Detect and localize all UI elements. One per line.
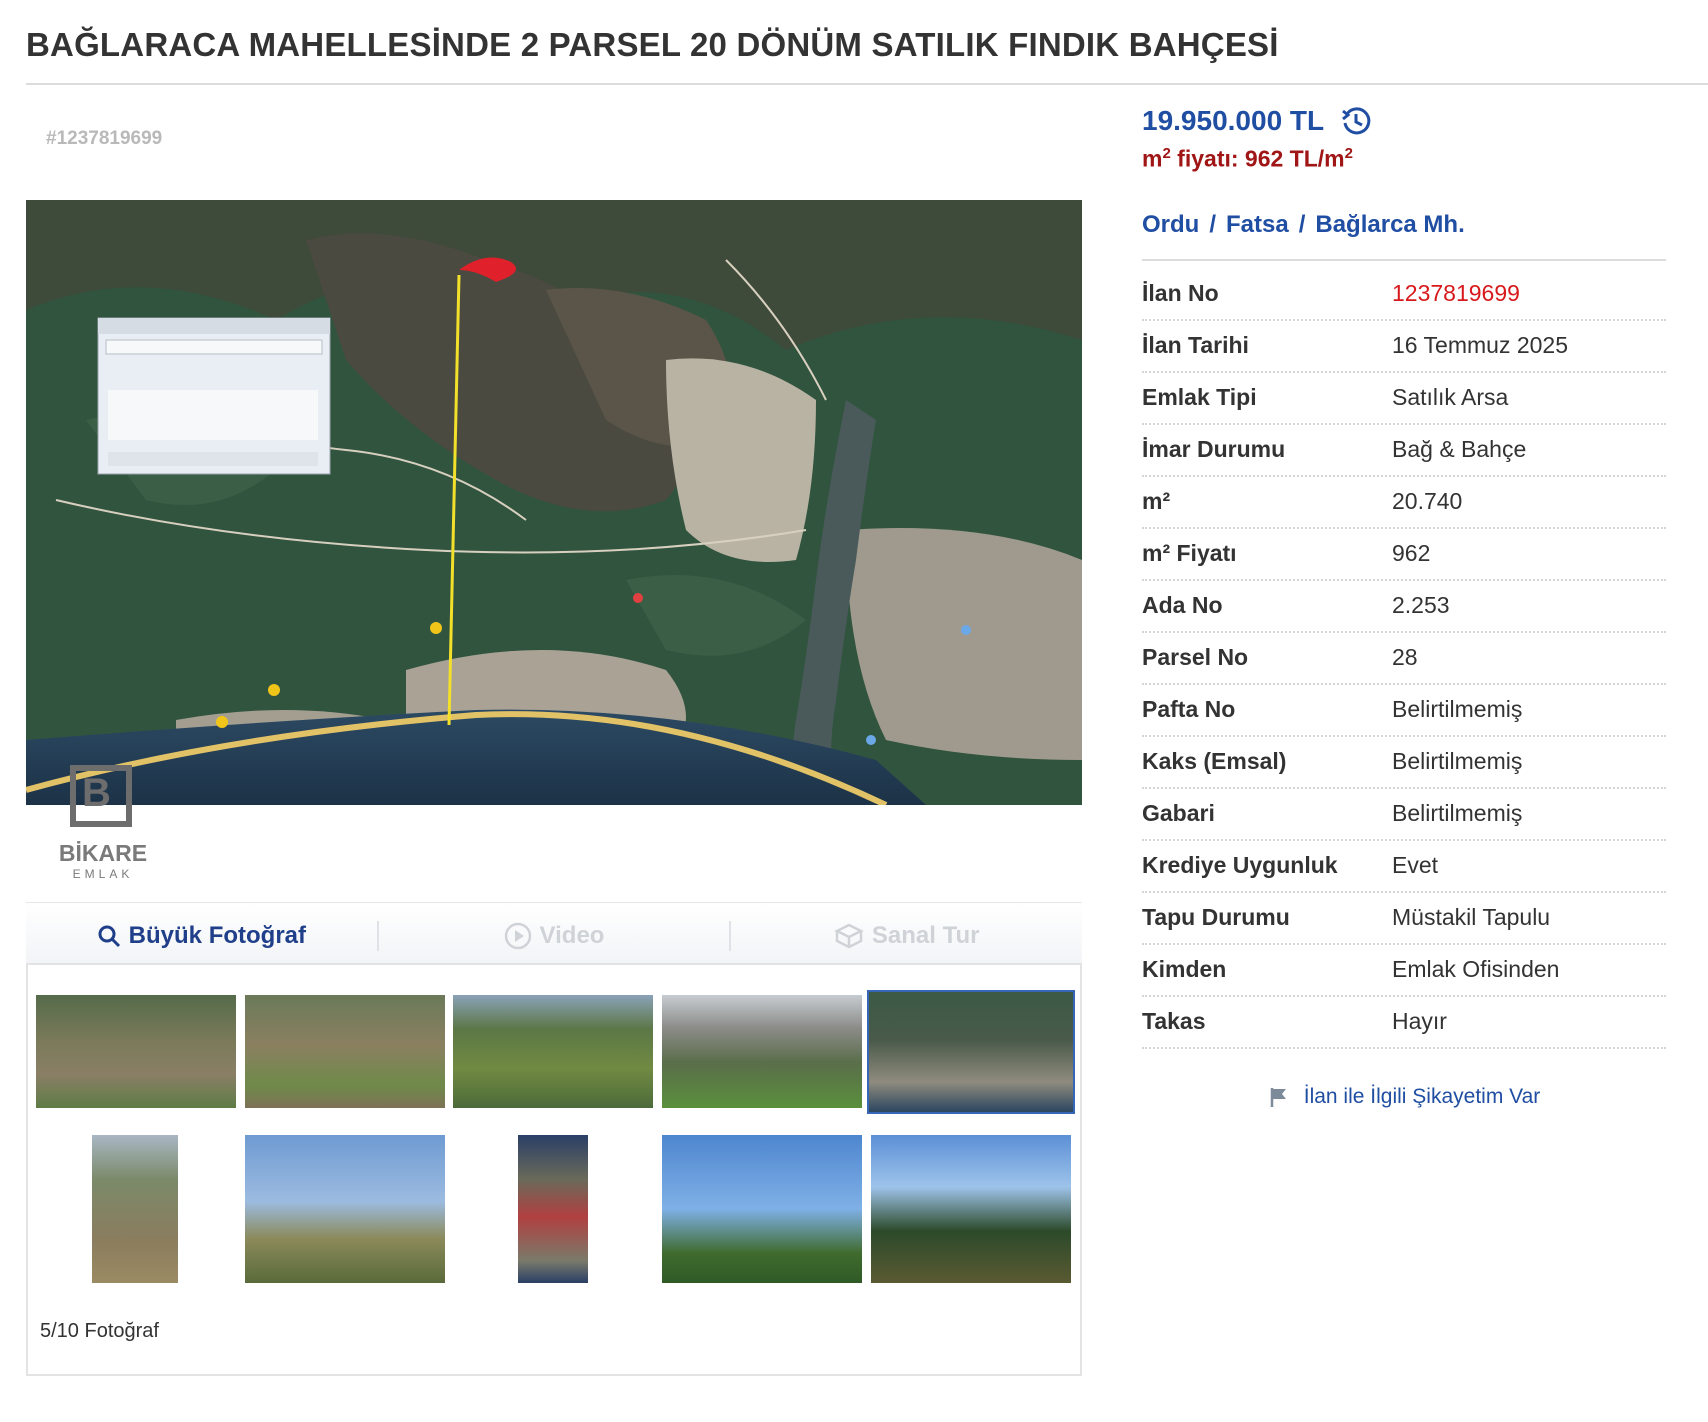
thumbnail-10[interactable] xyxy=(871,1135,1071,1283)
detail-row-krediye-uygunluk: Krediye Uygunluk Evet xyxy=(1142,841,1666,893)
page-title: BAĞLARACA MAHELLESİNDE 2 PARSEL 20 DÖNÜM… xyxy=(26,26,1279,63)
report-listing-link[interactable]: İlan ile İlgili Şikayetim Var xyxy=(1142,1085,1666,1109)
satellite-map-image xyxy=(26,200,1082,805)
detail-row-parsel-no: Parsel No 28 xyxy=(1142,633,1666,685)
detail-row-emlak-tipi: Emlak Tipi Satılık Arsa xyxy=(1142,373,1666,425)
thumbnail-1[interactable] xyxy=(36,995,236,1108)
location-mahalle[interactable]: Bağlarca Mh. xyxy=(1315,211,1464,238)
virtual-tour-icon xyxy=(834,923,864,948)
listing-info: 19.950.000 TL m2 fiyatı: 962 TL/m2 Ordu /… xyxy=(1142,105,1666,1109)
brand-watermark: B BİKARE EMLAK xyxy=(48,765,178,915)
media-tabs: Büyük Fotoğraf Video Sanal Tur xyxy=(26,902,1082,968)
thumbnail-5-selected[interactable] xyxy=(867,990,1075,1114)
breadcrumb-location: Ordu / Fatsa / Bağlarca Mh. xyxy=(1142,210,1465,238)
search-icon xyxy=(98,925,120,947)
tab-virtual-tour-label: Sanal Tur xyxy=(871,921,980,949)
title-divider xyxy=(26,83,1708,85)
detail-row-tapu-durumu: Tapu Durumu Müstakil Tapulu xyxy=(1142,893,1666,945)
tab-video[interactable]: Video xyxy=(379,903,730,968)
location-il[interactable]: Ordu xyxy=(1142,211,1199,238)
detail-row-gabari: Gabari Belirtilmemiş xyxy=(1142,789,1666,841)
brand-name: BİKARE xyxy=(58,840,148,866)
detail-row-takas: Takas Hayır xyxy=(1142,997,1666,1049)
location-ilce[interactable]: Fatsa xyxy=(1226,211,1289,238)
thumbnail-9[interactable] xyxy=(662,1135,862,1283)
thumbnail-2[interactable] xyxy=(245,995,445,1108)
detail-row-imar-durumu: İmar Durumu Bağ & Bahçe xyxy=(1142,425,1666,477)
thumbnail-grid: 5/10 Fotoğraf xyxy=(26,963,1082,1376)
listing-id-watermark: #1237819699 xyxy=(46,128,163,149)
detail-row-ada-no: Ada No 2.253 xyxy=(1142,581,1666,633)
thumbnail-6[interactable] xyxy=(92,1135,178,1283)
location-divider xyxy=(1142,258,1666,261)
main-photo[interactable] xyxy=(26,200,1082,805)
detail-row-ilan-tarihi: İlan Tarihi 16 Temmuz 2025 xyxy=(1142,321,1666,373)
m2-price: m2 fiyatı: 962 TL/m2 xyxy=(1142,145,1353,172)
play-icon xyxy=(504,922,531,949)
price: 19.950.000 TL xyxy=(1142,105,1325,136)
tab-virtual-tour[interactable]: Sanal Tur xyxy=(731,903,1082,968)
tab-large-photo[interactable]: Büyük Fotoğraf xyxy=(26,903,377,968)
thumbnail-3[interactable] xyxy=(453,995,653,1108)
detail-row-pafta-no: Pafta No Belirtilmemiş xyxy=(1142,685,1666,737)
price-history-icon[interactable] xyxy=(1340,105,1372,137)
brand-sub: EMLAK xyxy=(72,867,134,881)
thumbnail-4[interactable] xyxy=(662,995,862,1108)
brand-logo-icon: B xyxy=(70,765,132,827)
price-row: 19.950.000 TL xyxy=(1142,105,1666,137)
thumbnail-8[interactable] xyxy=(518,1135,588,1283)
details-table: İlan No 1237819699 İlan Tarihi 16 Temmuz 2… xyxy=(1142,269,1666,1049)
tab-large-photo-label: Büyük Fotoğraf xyxy=(128,921,306,949)
detail-row-kimden: Kimden Emlak Ofisinden xyxy=(1142,945,1666,997)
tab-video-label: Video xyxy=(539,921,605,949)
report-listing-label: İlan ile İlgili Şikayetim Var xyxy=(1303,1084,1541,1108)
thumbnail-7[interactable] xyxy=(245,1135,445,1283)
detail-row-m2: m² 20.740 xyxy=(1142,477,1666,529)
photo-counter: 5/10 Fotoğraf xyxy=(40,1320,159,1342)
detail-row-kaks: Kaks (Emsal) Belirtilmemiş xyxy=(1142,737,1666,789)
flag-icon xyxy=(1270,1087,1286,1107)
detail-row-m2-fiyati: m² Fiyatı 962 xyxy=(1142,529,1666,581)
detail-row-ilan-no: İlan No 1237819699 xyxy=(1142,269,1666,321)
